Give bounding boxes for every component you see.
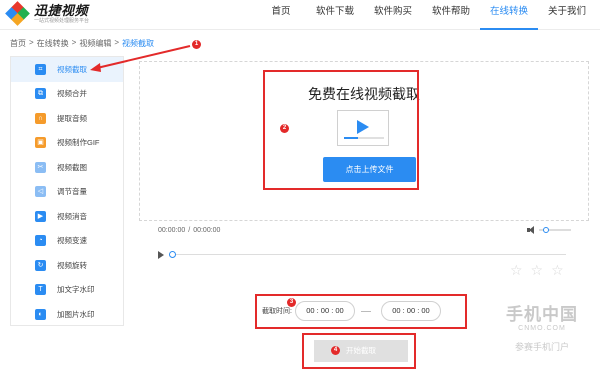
sidebar-item-label: 提取音频 (57, 113, 87, 123)
breadcrumb: 首页 > 在线转换 > 视频编辑 > 视频截取 (10, 38, 154, 49)
nav-software-purchase[interactable]: 软件购买 (364, 0, 422, 30)
nav-software-help[interactable]: 软件帮助 (422, 0, 480, 30)
sidebar-item-video-merge[interactable]: ⧉ 视频合并 (11, 82, 123, 107)
merge-icon: ⧉ (35, 88, 46, 100)
logo-title: 迅捷视频 (34, 3, 89, 18)
watermark-url: CNMO.COM (518, 325, 566, 332)
sidebar-item-label: 视频截图 (57, 162, 87, 172)
breadcrumb-separator: > (114, 38, 120, 47)
breadcrumb-home[interactable]: 首页 (10, 38, 26, 49)
breadcrumb-online-convert[interactable]: 在线转换 (37, 38, 69, 49)
volume-slider[interactable] (539, 227, 571, 233)
sidebar-item-extract-audio[interactable]: ∩ 提取音频 (11, 106, 123, 131)
annotation-badge-3: 3 (287, 298, 296, 307)
breadcrumb-separator: > (71, 38, 77, 47)
mute-icon: ▶ (35, 210, 46, 222)
screenshot-icon: ✂ (35, 161, 46, 173)
text-watermark-icon: T (35, 284, 46, 296)
annotation-box-start (302, 333, 416, 369)
volume-icon: ◁ (35, 186, 46, 198)
time-separator: / (188, 227, 191, 234)
sidebar-item-video-mute[interactable]: ▶ 视频消音 (11, 204, 123, 229)
play-button[interactable] (158, 251, 164, 259)
headphones-icon: ∩ (35, 112, 46, 124)
logo-icon (5, 1, 30, 26)
sidebar: ⌗ 视频截取 ⧉ 视频合并 ∩ 提取音频 ▣ 视频制作GIF ✂ 视频截图 ◁ … (10, 56, 124, 326)
sidebar-item-video-rotate[interactable]: ↻ 视频旋转 (11, 253, 123, 278)
sidebar-item-label: 调节音量 (57, 187, 87, 197)
watermark-sub: 参赛手机门户 (514, 342, 569, 352)
logo[interactable]: 迅捷视频 一站式视频处理服务平台 (5, 1, 90, 26)
star-decoration-icon: ☆☆☆ (510, 262, 572, 278)
sidebar-item-label: 视频消音 (57, 211, 87, 221)
logo-subtitle: 一站式视频处理服务平台 (34, 18, 90, 24)
sidebar-item-label: 加图片水印 (57, 309, 95, 319)
total-time: 00:00:00 (193, 227, 221, 234)
nav-online-convert[interactable]: 在线转换 (480, 0, 538, 30)
annotation-badge-2: 2 (280, 124, 289, 133)
seek-bar[interactable] (169, 251, 566, 258)
sidebar-item-video-crop[interactable]: ⌗ 视频截取 (11, 57, 123, 82)
sidebar-item-label: 加文字水印 (57, 285, 95, 295)
sidebar-item-video-speed[interactable]: ◔ 视频变速 (11, 229, 123, 254)
sidebar-item-label: 视频旋转 (57, 260, 87, 270)
annotation-badge-4: 4 (331, 346, 340, 355)
top-header: 迅捷视频 一站式视频处理服务平台 首页 软件下载 软件购买 软件帮助 在线转换 … (0, 0, 600, 30)
sidebar-item-label: 视频变速 (57, 236, 87, 246)
gif-icon: ▣ (35, 137, 46, 149)
sidebar-item-image-watermark[interactable]: ◐ 加图片水印 (11, 302, 123, 327)
sidebar-item-video-gif[interactable]: ▣ 视频制作GIF (11, 131, 123, 156)
crop-icon: ⌗ (35, 63, 46, 75)
speed-icon: ◔ (35, 235, 46, 247)
sidebar-item-video-screenshot[interactable]: ✂ 视频截图 (11, 155, 123, 180)
speaker-icon[interactable] (527, 226, 535, 234)
breadcrumb-current: 视频截取 (122, 39, 155, 48)
nav-software-download[interactable]: 软件下载 (306, 0, 364, 30)
sidebar-item-label: 视频合并 (57, 89, 87, 99)
main-nav: 首页 软件下载 软件购买 软件帮助 在线转换 关于我们 (256, 0, 596, 30)
volume-knob[interactable] (543, 227, 549, 233)
seek-knob[interactable] (169, 251, 176, 258)
sidebar-item-text-watermark[interactable]: T 加文字水印 (11, 278, 123, 303)
image-watermark-icon: ◐ (35, 308, 46, 320)
volume-control[interactable] (527, 226, 571, 234)
sidebar-item-label: 视频截取 (57, 64, 87, 74)
current-time: 00:00:00 (158, 227, 186, 234)
watermark-main: 手机中国 (506, 305, 578, 324)
rotate-icon: ↻ (35, 259, 46, 271)
watermark: 手机中国 CNMO.COM 参赛手机门户 (484, 300, 600, 353)
breadcrumb-video-edit[interactable]: 视频编辑 (79, 38, 111, 49)
player-time: 00:00:00 / 00:00:00 (158, 227, 220, 234)
annotation-badge-1: 1 (192, 40, 201, 49)
nav-about-us[interactable]: 关于我们 (538, 0, 596, 30)
breadcrumb-separator: > (29, 38, 34, 47)
nav-home[interactable]: 首页 (256, 0, 306, 30)
sidebar-item-label: 视频制作GIF (57, 138, 100, 148)
sidebar-item-adjust-volume[interactable]: ◁ 调节音量 (11, 180, 123, 205)
